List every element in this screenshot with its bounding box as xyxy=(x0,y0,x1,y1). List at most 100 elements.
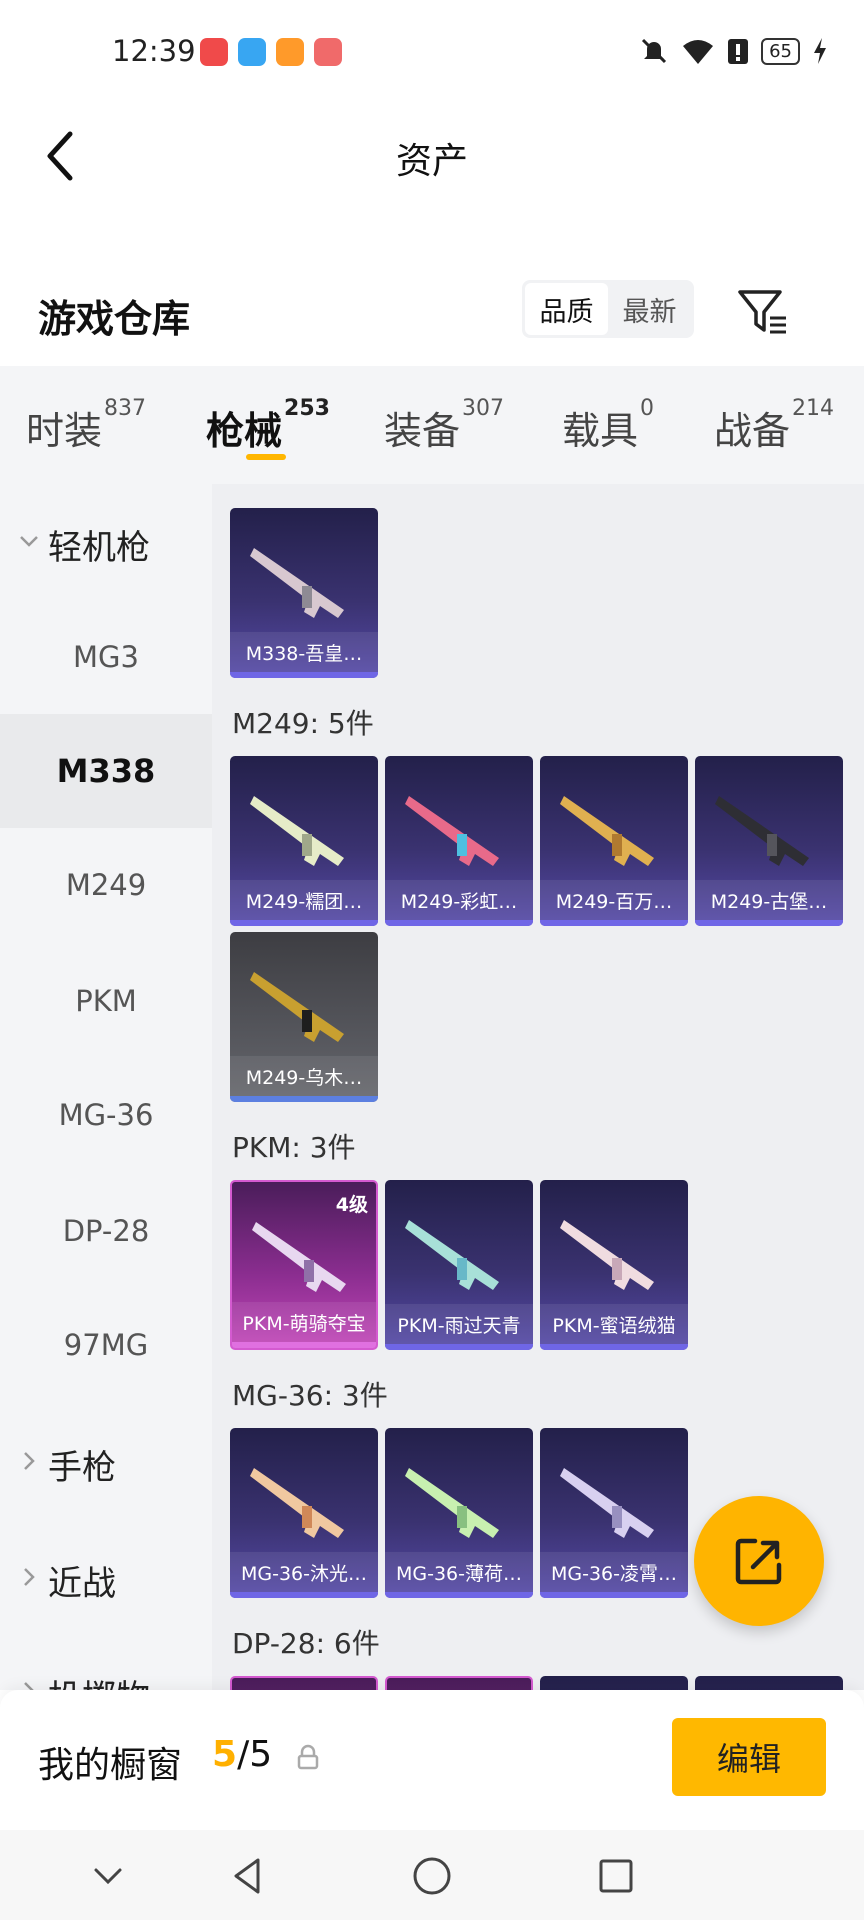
item-name: M249-古堡… xyxy=(695,880,843,920)
item-card[interactable] xyxy=(540,1676,688,1690)
mute-icon xyxy=(642,38,667,64)
warehouse-header: 游戏仓库 品质 最新 xyxy=(0,270,864,350)
showcase-separator: / xyxy=(237,1734,250,1775)
gun-icon xyxy=(250,796,344,866)
item-card[interactable] xyxy=(385,1676,533,1690)
sort-option-newest[interactable]: 最新 xyxy=(608,283,691,335)
gun-icon xyxy=(250,548,344,618)
category-group-lmg[interactable]: 轻机枪 xyxy=(0,494,212,594)
item-card[interactable]: MG-36-沐光… xyxy=(230,1428,378,1598)
showcase-current: 5 xyxy=(212,1734,238,1775)
warehouse-title: 游戏仓库 xyxy=(38,297,191,341)
tab-count: 214 xyxy=(792,396,835,421)
tab-firearms[interactable]: 枪械253 xyxy=(206,396,330,455)
tab-fashion[interactable]: 时装837 xyxy=(26,396,146,455)
category-item-dp28[interactable]: DP-28 xyxy=(0,1174,212,1288)
rarity-bar xyxy=(540,1344,688,1350)
item-card[interactable]: M249-古堡… xyxy=(695,756,843,926)
item-card[interactable]: M249-乌木… xyxy=(230,932,378,1102)
nav-collapse-button[interactable] xyxy=(80,1848,136,1904)
item-card[interactable]: PKM-蜜语绒猫 xyxy=(540,1180,688,1350)
item-card[interactable]: M338-吾皇… xyxy=(230,508,378,678)
lock-icon xyxy=(297,1744,319,1770)
rarity-bar xyxy=(230,672,378,678)
asset-tabs: 时装837 枪械253 装备307 载具0 战备214 xyxy=(0,366,864,484)
category-item-mg3[interactable]: MG3 xyxy=(0,600,212,714)
battery-level: 65 xyxy=(761,37,800,65)
showcase-title: 我的橱窗 xyxy=(38,1745,183,1786)
nav-back-button[interactable] xyxy=(220,1848,276,1904)
showcase-total: 5 xyxy=(249,1734,273,1775)
tab-supplies[interactable]: 战备214 xyxy=(714,396,834,455)
share-icon xyxy=(735,1538,782,1585)
item-card[interactable]: M249-百万… xyxy=(540,756,688,926)
filter-button[interactable] xyxy=(734,284,792,338)
rarity-bar xyxy=(385,1592,533,1598)
item-card[interactable]: M249-彩虹… xyxy=(385,756,533,926)
tab-count: 837 xyxy=(104,396,147,421)
tab-count: 307 xyxy=(462,396,505,421)
item-card[interactable]: MG-36-薄荷… xyxy=(385,1428,533,1598)
section-label: PKM: 3件 xyxy=(232,1131,356,1164)
chevron-down-icon xyxy=(94,1868,122,1885)
chevron-right-icon xyxy=(24,1452,35,1470)
item-card[interactable] xyxy=(230,1676,378,1690)
share-button[interactable] xyxy=(694,1496,824,1626)
category-item-mg36[interactable]: MG-36 xyxy=(0,1058,212,1172)
item-name: MG-36-凌霄… xyxy=(540,1552,688,1592)
showcase-count: 5/5 xyxy=(212,1734,272,1775)
system-nav-bar xyxy=(0,1830,864,1920)
category-group-label: 投掷物 xyxy=(48,1670,150,1691)
chevron-right-icon xyxy=(24,1682,34,1690)
gun-icon xyxy=(560,1468,654,1538)
category-item-pkm[interactable]: PKM xyxy=(0,944,212,1058)
category-group-throwable[interactable]: 投掷物 xyxy=(0,1644,212,1690)
sort-option-quality[interactable]: 品质 xyxy=(525,283,608,335)
section-label: DP-28: 6件 xyxy=(232,1627,380,1660)
rarity-bar xyxy=(540,1592,688,1598)
tab-count: 253 xyxy=(284,396,330,421)
rarity-bar xyxy=(540,920,688,926)
gun-icon xyxy=(250,972,344,1042)
item-card[interactable]: 4级 PKM-萌骑夺宝 xyxy=(230,1180,378,1350)
active-tab-indicator xyxy=(246,454,286,460)
item-name: M249-百万… xyxy=(540,880,688,920)
app-notification-icon xyxy=(238,38,266,66)
title-bar: 资产 xyxy=(0,104,864,208)
category-group-melee[interactable]: 近战 xyxy=(0,1530,212,1630)
item-card[interactable]: MG-36-凌霄… xyxy=(540,1428,688,1598)
nav-recents-button[interactable] xyxy=(588,1848,644,1904)
tab-label: 载具 xyxy=(562,409,639,453)
category-group-pistol[interactable]: 手枪 xyxy=(0,1414,212,1514)
item-card[interactable]: M249-糯团… xyxy=(230,756,378,926)
tab-label: 枪械 xyxy=(206,409,283,453)
category-item-97mg[interactable]: 97MG xyxy=(0,1288,212,1402)
item-name: M249-彩虹… xyxy=(385,880,533,920)
circle-home-icon xyxy=(413,1857,451,1895)
category-item-m338[interactable]: M338 xyxy=(0,714,212,828)
tab-vehicles[interactable]: 载具0 xyxy=(562,396,654,455)
gun-icon xyxy=(715,796,809,866)
item-name: MG-36-薄荷… xyxy=(385,1552,533,1592)
page-title: 资产 xyxy=(395,141,468,182)
item-name: PKM-萌骑夺宝 xyxy=(232,1302,376,1342)
edit-button[interactable]: 编辑 xyxy=(672,1718,826,1796)
tab-equipment[interactable]: 装备307 xyxy=(384,396,504,455)
tab-label: 装备 xyxy=(384,409,461,453)
nav-home-button[interactable] xyxy=(404,1848,460,1904)
tab-label: 时装 xyxy=(26,409,103,453)
showcase-bar: 我的橱窗 5/5 编辑 xyxy=(0,1690,864,1830)
tab-label: 战备 xyxy=(714,409,791,453)
rarity-bar xyxy=(385,920,533,926)
sort-toggle: 品质 最新 xyxy=(522,280,694,338)
item-name: MG-36-沐光… xyxy=(230,1552,378,1592)
rarity-bar xyxy=(230,1096,378,1102)
status-bar: 12:39 65 xyxy=(0,0,864,104)
category-group-label: 轻机枪 xyxy=(48,527,150,568)
item-card[interactable]: PKM-雨过天青 xyxy=(385,1180,533,1350)
category-item-m249[interactable]: M249 xyxy=(0,828,212,942)
item-name: PKM-雨过天青 xyxy=(385,1304,533,1344)
app-notification-icon xyxy=(314,38,342,66)
rarity-bar xyxy=(230,920,378,926)
item-card[interactable] xyxy=(695,1676,843,1690)
